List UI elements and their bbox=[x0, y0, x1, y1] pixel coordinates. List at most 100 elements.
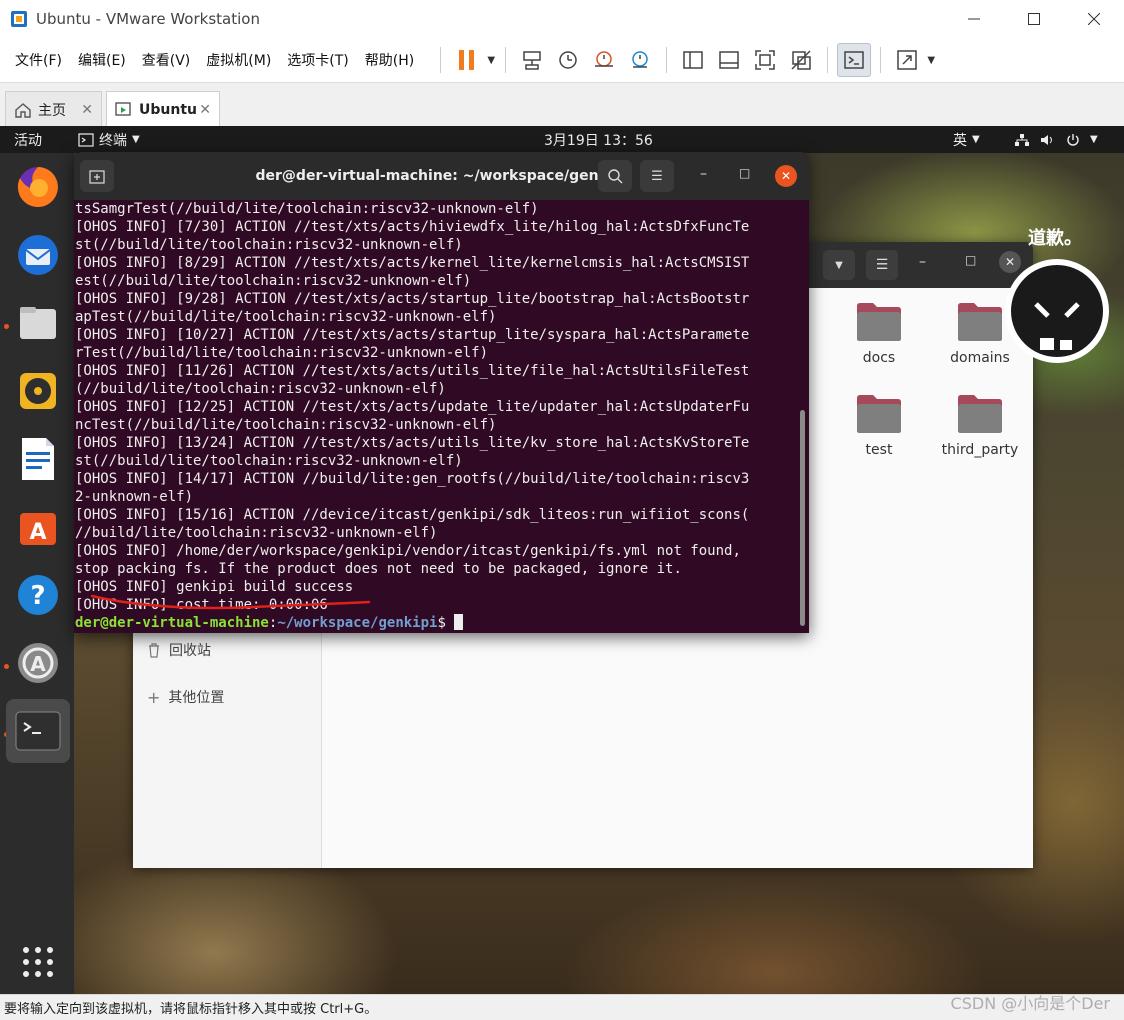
folder-test[interactable]: test bbox=[824, 394, 934, 458]
thumbnail-bar-button[interactable] bbox=[712, 43, 746, 77]
annotation-underline bbox=[90, 594, 371, 610]
software-store-icon: A bbox=[20, 513, 56, 545]
fullscreen-button[interactable] bbox=[748, 43, 782, 77]
menu-edit[interactable]: 编辑(E) bbox=[70, 50, 134, 70]
dock-thunderbird[interactable] bbox=[14, 231, 62, 279]
dock-software-center[interactable]: A bbox=[14, 503, 62, 551]
chevron-down-icon: ▼ bbox=[972, 134, 980, 145]
close-icon bbox=[1088, 13, 1100, 25]
ubuntu-dock: A ? A bbox=[0, 153, 74, 994]
minimize-button[interactable] bbox=[944, 0, 1004, 38]
writer-icon bbox=[22, 438, 54, 480]
toolbar-divider bbox=[666, 47, 668, 73]
files-icon bbox=[20, 307, 56, 339]
plus-icon: + bbox=[147, 687, 161, 707]
library-toggle-button[interactable] bbox=[676, 43, 710, 77]
chevron-down-icon: ▼ bbox=[1090, 134, 1098, 145]
unity-mode-icon bbox=[791, 50, 811, 70]
view-options-button[interactable]: ▼ bbox=[823, 250, 855, 280]
terminal-icon bbox=[844, 51, 864, 69]
svg-text:?: ? bbox=[30, 581, 45, 611]
app-menu-label: 终端 bbox=[99, 132, 127, 149]
close-button[interactable] bbox=[1064, 0, 1124, 38]
menu-view[interactable]: 查看(V) bbox=[134, 50, 199, 70]
show-applications-button[interactable] bbox=[14, 938, 62, 986]
minimize-icon: – bbox=[919, 254, 926, 270]
watermark: CSDN @小向是个Der bbox=[950, 994, 1110, 1013]
pause-button[interactable] bbox=[450, 43, 484, 77]
window-title: Ubuntu - VMware Workstation bbox=[36, 10, 260, 28]
unity-mode-button[interactable] bbox=[784, 43, 818, 77]
sidebar-item-other-locations[interactable]: + 其他位置 bbox=[147, 687, 224, 707]
send-ctrl-alt-del-button[interactable] bbox=[515, 43, 549, 77]
maximize-icon bbox=[1028, 13, 1040, 25]
close-icon[interactable]: ✕ bbox=[199, 102, 211, 118]
avatar-cat-icon bbox=[1005, 259, 1109, 363]
menu-help[interactable]: 帮助(H) bbox=[357, 50, 422, 70]
tab-ubuntu[interactable]: Ubuntu ✕ bbox=[106, 91, 220, 127]
close-icon[interactable]: ✕ bbox=[81, 102, 93, 118]
folder-icon bbox=[958, 395, 1002, 433]
dock-files[interactable] bbox=[14, 299, 62, 347]
toolbar: ▼ ▼ bbox=[432, 43, 937, 77]
ubuntu-top-bar: 活动 终端 ▼ 3月19日 13：56 英 ▼ ▼ bbox=[0, 126, 1124, 153]
folder-icon bbox=[857, 395, 901, 433]
power-icon bbox=[1067, 133, 1079, 146]
menu-tabs[interactable]: 选项卡(T) bbox=[279, 50, 356, 70]
svg-text:A: A bbox=[30, 652, 46, 676]
app-menu-button[interactable]: 终端 ▼ bbox=[78, 126, 140, 153]
maximize-button[interactable] bbox=[1004, 0, 1064, 38]
menu-toolbar: 文件(F) 编辑(E) 查看(V) 虚拟机(M) 选项卡(T) 帮助(H) ▼ bbox=[0, 38, 1124, 82]
fullscreen-icon bbox=[755, 50, 775, 70]
revert-clock-icon bbox=[595, 51, 614, 67]
menu-vm[interactable]: 虚拟机(M) bbox=[198, 50, 279, 70]
folder-icon bbox=[857, 303, 901, 341]
sidebar-item-trash[interactable]: 回收站 bbox=[147, 640, 211, 660]
terminal-icon bbox=[15, 711, 61, 751]
vmware-title-bar: Ubuntu - VMware Workstation bbox=[0, 0, 1124, 38]
folder-docs[interactable]: docs bbox=[824, 302, 934, 366]
menu-file[interactable]: 文件(F) bbox=[7, 50, 70, 70]
menu-button[interactable]: ☰ bbox=[866, 250, 898, 280]
pause-dropdown-button[interactable]: ▼ bbox=[485, 55, 497, 66]
console-view-button[interactable] bbox=[837, 43, 872, 77]
clock[interactable]: 3月19日 13：56 bbox=[544, 126, 653, 153]
revert-snapshot-button[interactable] bbox=[587, 43, 621, 77]
tab-ubuntu-label: Ubuntu bbox=[139, 101, 197, 118]
input-method-button[interactable]: 英 ▼ bbox=[953, 126, 980, 153]
running-indicator bbox=[4, 324, 9, 329]
folder-label: test bbox=[865, 442, 893, 458]
dock-terminal[interactable] bbox=[6, 699, 70, 763]
status-hint: 要将输入定向到该虚拟机，请将鼠标指针移入其中或按 Ctrl+G。 bbox=[4, 1002, 378, 1017]
sidebar-item-label: 回收站 bbox=[169, 643, 211, 659]
avatar-overlay: 道歉。 bbox=[1000, 224, 1120, 374]
stretch-dropdown-button[interactable]: ▼ bbox=[925, 55, 937, 66]
folder-third-party[interactable]: third_party bbox=[925, 394, 1033, 458]
toolbar-divider bbox=[505, 47, 507, 73]
folder-label: third_party bbox=[941, 442, 1019, 458]
maximize-button[interactable]: □ bbox=[965, 253, 976, 267]
snapshot-manager-button[interactable] bbox=[623, 43, 657, 77]
svg-text:A: A bbox=[29, 520, 46, 545]
dock-libreoffice-writer[interactable] bbox=[14, 435, 62, 483]
hamburger-icon: ☰ bbox=[875, 257, 889, 273]
dock-firefox[interactable] bbox=[14, 163, 62, 211]
minimize-button[interactable]: – bbox=[919, 254, 926, 270]
dock-help[interactable]: ? bbox=[14, 571, 62, 619]
vm-tab-bar: 主页 ✕ Ubuntu ✕ bbox=[0, 82, 1124, 127]
bottom-panel-icon bbox=[719, 51, 739, 69]
system-status-menu[interactable]: ▼ bbox=[1014, 126, 1098, 153]
vm-icon bbox=[115, 101, 131, 116]
activities-button[interactable]: 活动 bbox=[14, 126, 42, 153]
dock-rhythmbox[interactable] bbox=[14, 367, 62, 415]
thunderbird-icon bbox=[18, 235, 58, 275]
home-icon bbox=[15, 102, 31, 118]
terminal-window[interactable]: der@der-virtual-machine: ~/workspace/gen… bbox=[74, 152, 809, 633]
trash-icon bbox=[149, 643, 159, 658]
snapshot-button[interactable] bbox=[551, 43, 585, 77]
dock-software-updater[interactable]: A bbox=[14, 639, 62, 687]
guest-display[interactable]: 活动 终端 ▼ 3月19日 13：56 英 ▼ ▼ A ? A ▼ ☰ – □ … bbox=[0, 126, 1124, 994]
stretch-guest-button[interactable] bbox=[890, 43, 924, 77]
terminal-icon bbox=[78, 132, 94, 147]
tab-home[interactable]: 主页 ✕ bbox=[5, 91, 102, 127]
